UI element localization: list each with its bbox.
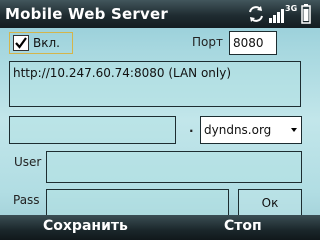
user-input[interactable] bbox=[46, 151, 302, 183]
domain-select-value: dyndns.org bbox=[204, 123, 272, 137]
pass-label: Pass bbox=[13, 193, 40, 207]
sync-icon bbox=[249, 6, 263, 22]
status-icons: 3G bbox=[244, 4, 314, 24]
server-url-display: http://10.247.60.74:8080 (LAN only) bbox=[9, 61, 301, 107]
port-input[interactable]: 8080 bbox=[229, 31, 277, 55]
screen: Mobile Web Server 3G Вкл. Порт 8080 http… bbox=[0, 0, 320, 240]
enabled-label: Вкл. bbox=[33, 36, 60, 50]
app-title: Mobile Web Server bbox=[5, 5, 168, 23]
pass-input[interactable] bbox=[46, 189, 229, 217]
network-type-label: 3G bbox=[285, 4, 298, 13]
hostname-input[interactable] bbox=[9, 116, 176, 144]
chevron-down-icon bbox=[291, 128, 297, 132]
ok-button[interactable]: Ок bbox=[238, 189, 302, 217]
user-label: User bbox=[14, 155, 42, 169]
stop-softkey[interactable]: Стоп bbox=[224, 218, 262, 234]
domain-select[interactable]: dyndns.org bbox=[200, 116, 302, 144]
save-softkey[interactable]: Сохранить bbox=[43, 218, 128, 234]
enabled-checkbox[interactable] bbox=[13, 35, 29, 51]
battery-icon bbox=[301, 4, 311, 24]
title-bar: Mobile Web Server 3G bbox=[0, 0, 320, 28]
enabled-checkbox-focus[interactable]: Вкл. bbox=[9, 32, 73, 54]
checkmark-icon bbox=[15, 37, 27, 49]
server-url-text: http://10.247.60.74:8080 (LAN only) bbox=[13, 66, 232, 80]
dot-separator: . bbox=[189, 121, 194, 135]
softkey-bar: Сохранить Стоп bbox=[0, 215, 320, 240]
port-label: Порт bbox=[192, 35, 223, 49]
